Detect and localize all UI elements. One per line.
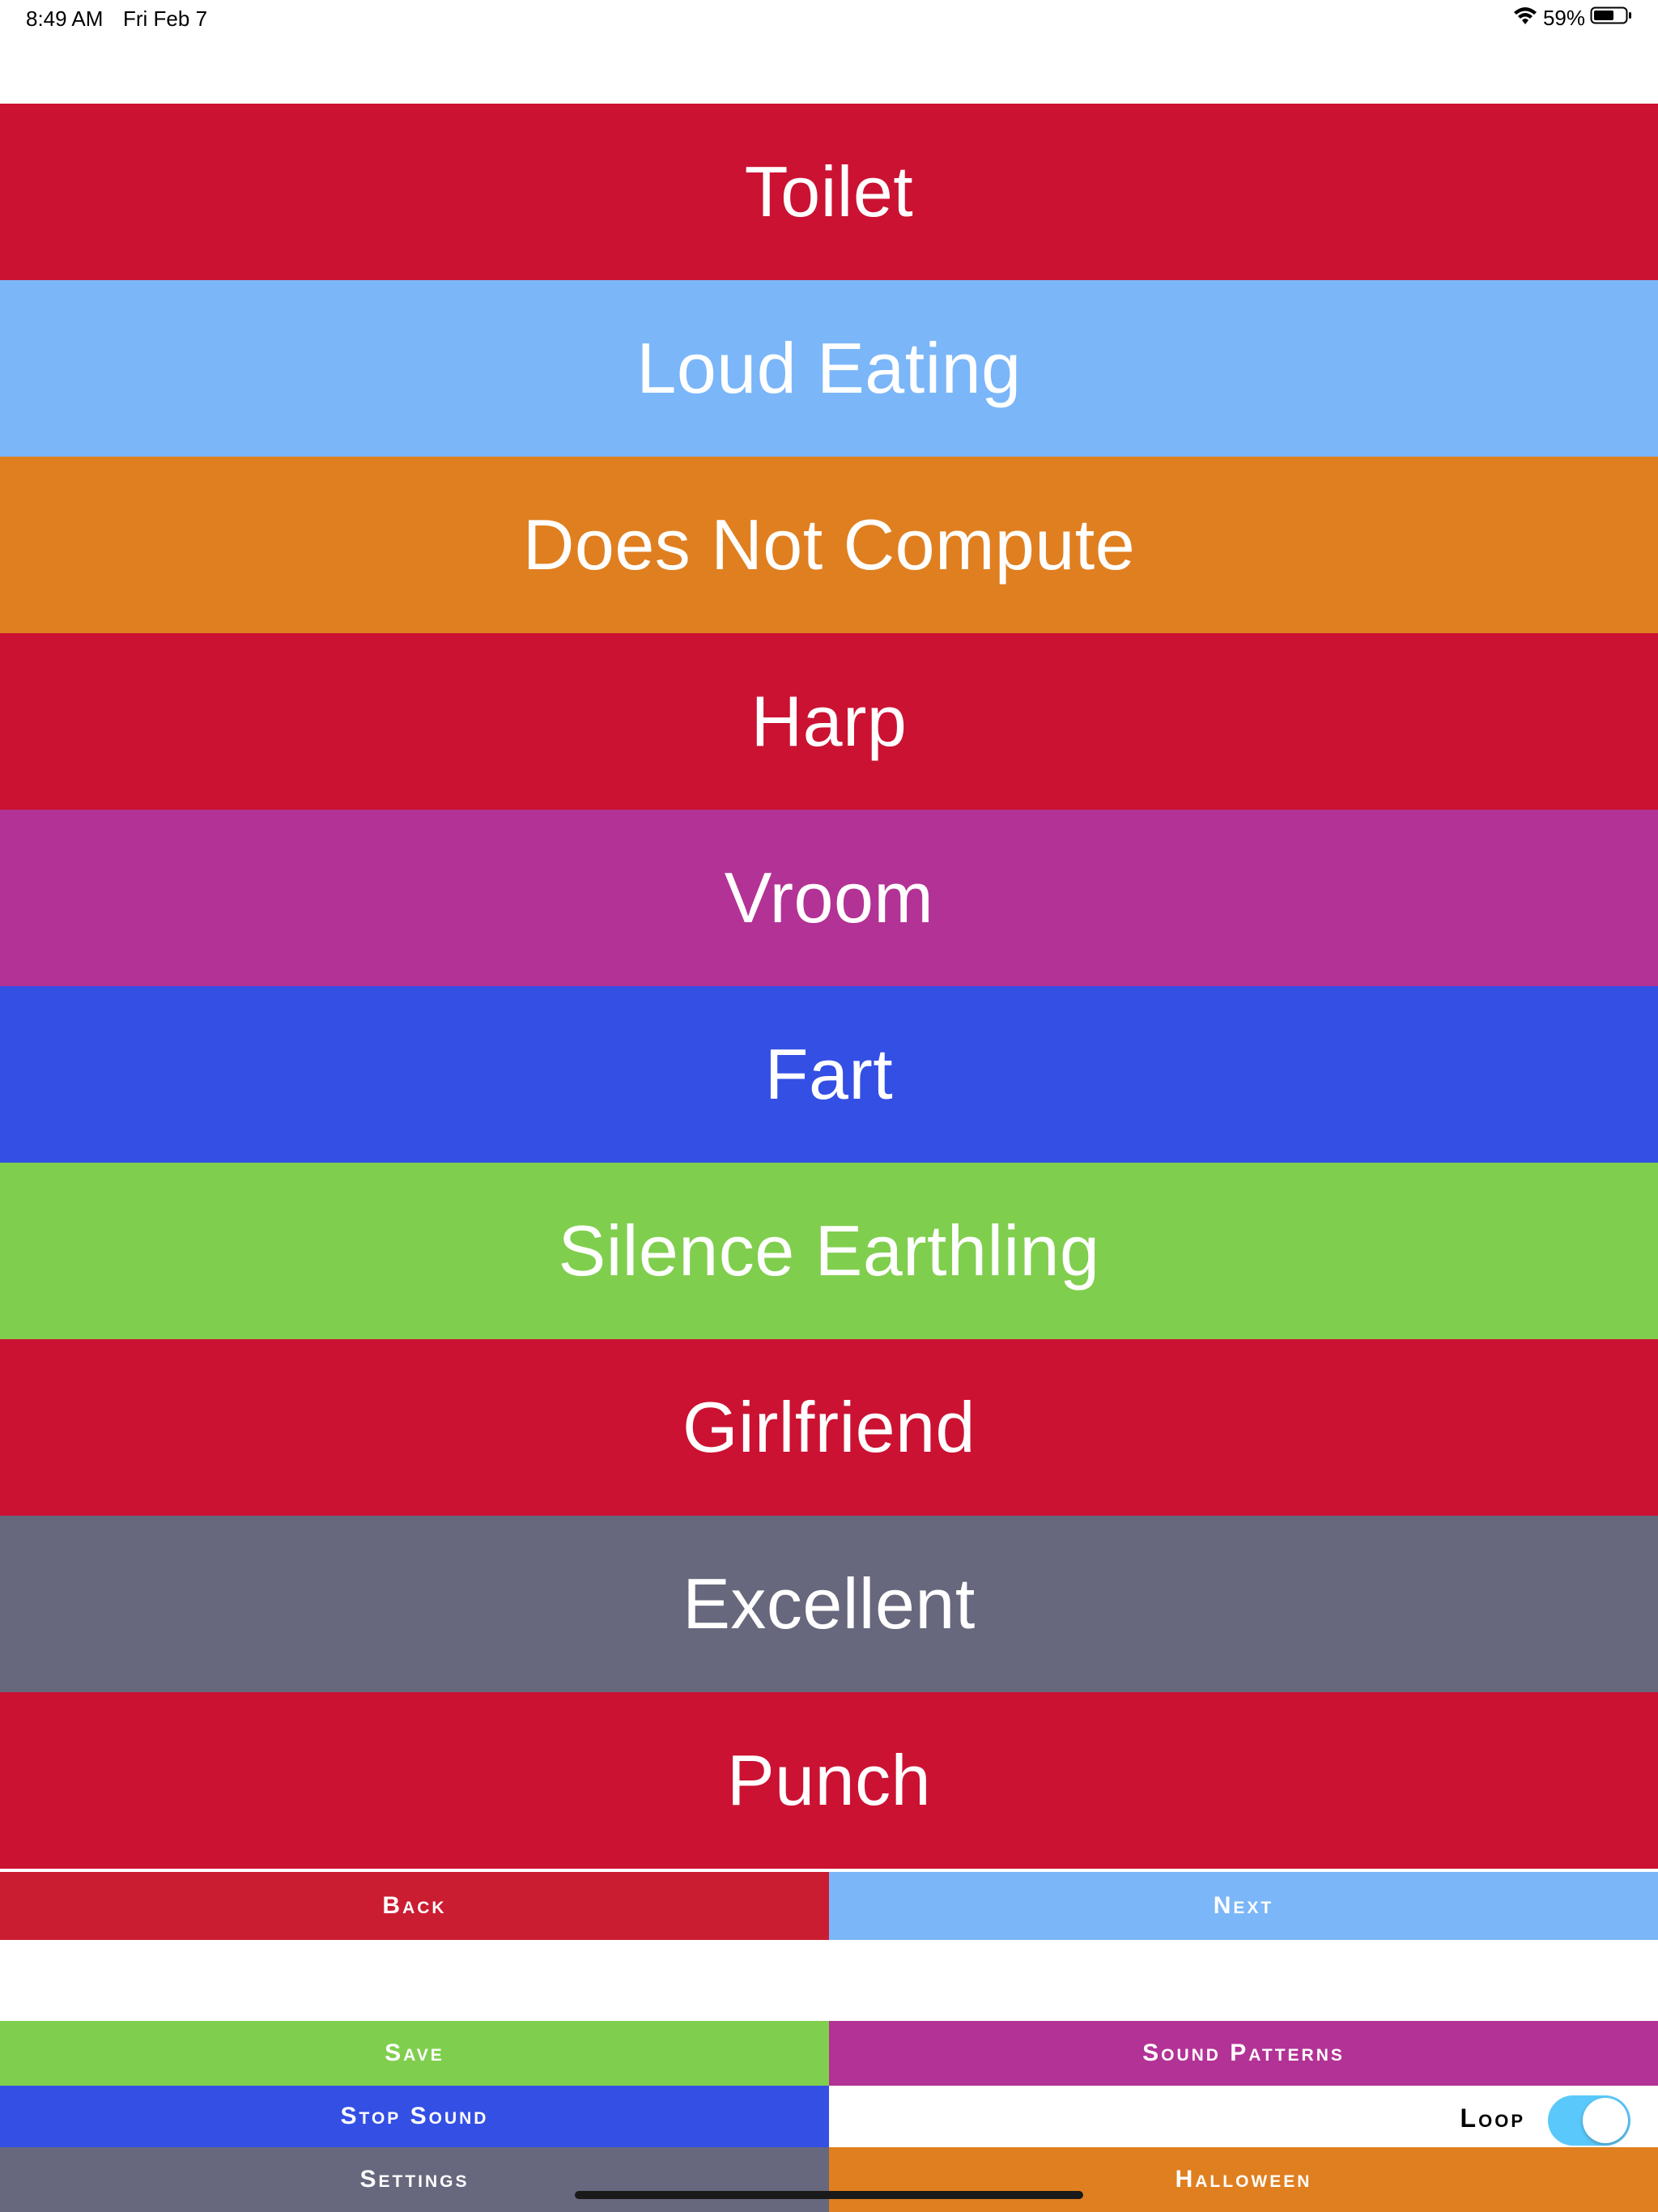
status-time: 8:49 AM xyxy=(26,6,104,31)
status-right: 59% xyxy=(1512,5,1632,32)
stop-sound-button[interactable]: Stop Sound xyxy=(0,2086,829,2147)
next-button[interactable]: Next xyxy=(829,1872,1658,1940)
halloween-button[interactable]: Halloween xyxy=(829,2147,1658,2212)
sound-button-silence-earthling[interactable]: Silence Earthling xyxy=(0,1163,1658,1339)
sound-button-does-not-compute[interactable]: Does Not Compute xyxy=(0,457,1658,633)
sound-button-excellent[interactable]: Excellent xyxy=(0,1516,1658,1692)
sound-button-fart[interactable]: Fart xyxy=(0,986,1658,1163)
loop-label: Loop xyxy=(1460,2104,1525,2133)
controls-row-1: Save Sound Patterns xyxy=(0,2021,1658,2086)
battery-percentage: 59% xyxy=(1542,6,1585,30)
sound-button-girlfriend[interactable]: Girlfriend xyxy=(0,1339,1658,1516)
sound-button-loud-eating[interactable]: Loud Eating xyxy=(0,280,1658,457)
sound-button-punch[interactable]: Punch xyxy=(0,1692,1658,1869)
controls-row-2: Stop Sound Loop xyxy=(0,2086,1658,2147)
sound-button-vroom[interactable]: Vroom xyxy=(0,810,1658,986)
battery-icon xyxy=(1590,5,1632,32)
loop-control: Loop xyxy=(829,2086,1658,2147)
status-date: Fri Feb 7 xyxy=(123,6,208,31)
sound-list: Toilet Loud Eating Does Not Compute Harp… xyxy=(0,104,1658,1869)
settings-button[interactable]: Settings xyxy=(0,2147,829,2212)
save-button[interactable]: Save xyxy=(0,2021,829,2086)
sound-button-toilet[interactable]: Toilet xyxy=(0,104,1658,280)
home-indicator xyxy=(575,2191,1083,2199)
wifi-icon xyxy=(1512,5,1538,32)
toggle-knob xyxy=(1583,2098,1628,2143)
controls-row-3: Settings Halloween xyxy=(0,2147,1658,2212)
pagination-row: Back Next xyxy=(0,1872,1658,1940)
sound-patterns-button[interactable]: Sound Patterns xyxy=(829,2021,1658,2086)
loop-toggle[interactable] xyxy=(1548,2095,1630,2146)
back-button[interactable]: Back xyxy=(0,1872,829,1940)
sound-button-harp[interactable]: Harp xyxy=(0,633,1658,810)
status-bar: 8:49 AM Fri Feb 7 59% xyxy=(0,0,1658,40)
